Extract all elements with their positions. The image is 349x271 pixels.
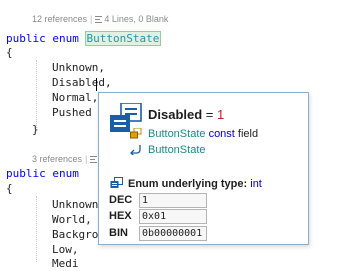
radix-value-dec[interactable]: 1 [139,193,207,208]
indent-guide [36,196,37,262]
keyword-enum: enum [52,32,79,45]
field-suffix: field [237,128,259,140]
code-line: public enum [6,167,79,181]
enum-member[interactable]: Unknown, [52,61,105,75]
enum-member[interactable]: Normal, [52,91,98,105]
equals-sign: = [202,107,218,122]
text-caret [96,78,97,91]
field-info-row: ButtonState const field [148,128,258,140]
code-lens[interactable]: 3 references | [32,154,99,164]
radix-label-bin: BIN [109,227,128,239]
lines-info[interactable]: 4 Lines, 0 Blank [104,14,168,24]
underlying-type-value: int [250,178,262,190]
enum-member[interactable]: Disabled, [52,76,112,90]
radix-value-hex[interactable]: 0x01 [139,209,207,224]
enum-type-icon [130,128,142,139]
lens-separator: | [85,154,88,164]
parent-type-link[interactable]: ButtonState [148,144,206,156]
references-link[interactable]: 12 references [32,14,87,24]
field-kind: const [208,128,235,140]
keyword-public: public [6,167,46,180]
radix-label-dec: DEC [109,194,133,206]
enum-member[interactable]: Medi [52,257,79,271]
underlying-type-label: Enum underlying type: [128,178,248,190]
lines-icon [95,16,103,23]
enum-member[interactable]: World, [52,213,92,227]
enum-name[interactable]: ButtonState [84,31,162,46]
radix-value: 01 [154,211,167,222]
radix-value-bin[interactable]: 0b00000001 [139,226,207,241]
code-line: { [6,46,13,59]
field-type-link[interactable]: ButtonState [148,128,206,140]
quick-info-tooltip: Disabled = 1 ButtonState const field But… [98,92,309,245]
underlying-type-row: Enum underlying type: int [128,178,262,190]
parent-info-row: ButtonState [148,144,206,156]
code-editor[interactable]: 12 references | 4 Lines, 0 Blank public en… [0,0,349,270]
code-line: public enum ButtonState [6,31,162,46]
tooltip-title: Disabled = 1 [148,107,224,122]
containing-type-icon [130,145,141,155]
radix-value: 00000001 [154,228,203,239]
references-link[interactable]: 3 references [32,154,82,164]
radix-label-hex: HEX [109,210,132,222]
code-line: { [6,182,13,195]
lens-separator: | [90,14,93,24]
radix-prefix: 0x [142,211,155,222]
member-name: Disabled [148,107,203,122]
code-line: } [32,123,39,136]
member-value: 1 [217,107,225,122]
lines-icon [90,156,98,163]
radix-prefix: 0b [142,228,155,239]
code-lens[interactable]: 12 references | 4 Lines, 0 Blank [32,14,168,24]
keyword-public: public [6,32,46,45]
enum-member[interactable]: Pushed [52,106,92,120]
enum-member[interactable]: Low, [52,243,79,257]
enum-member[interactable]: Backgro [52,228,98,242]
enum-type-icon [110,177,123,188]
keyword-enum: enum [52,167,79,180]
radix-value: 1 [142,195,149,206]
indent-guide [36,60,37,128]
